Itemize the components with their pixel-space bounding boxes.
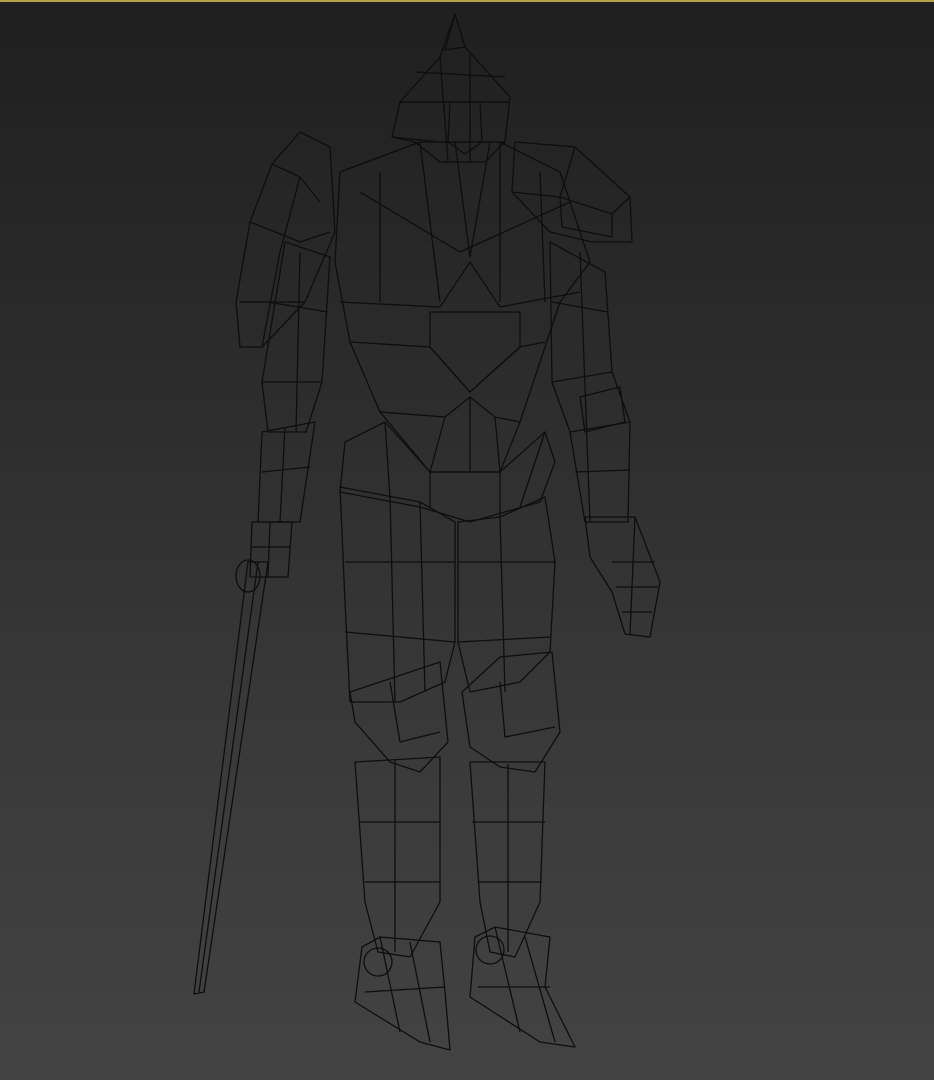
armored-knight-mesh[interactable] [0,2,934,1080]
left-leg[interactable] [457,496,561,958]
left-arm[interactable] [549,241,631,523]
sword[interactable] [193,559,269,995]
torso[interactable] [334,141,591,473]
right-leg[interactable] [339,486,456,958]
3d-viewport[interactable] [0,0,934,1080]
helmet[interactable] [391,13,511,163]
right-foot[interactable] [354,936,451,1051]
left-hand[interactable] [584,516,661,638]
left-foot[interactable] [469,926,576,1048]
right-arm[interactable] [249,241,331,578]
right-shoulder-shield[interactable] [235,131,336,348]
